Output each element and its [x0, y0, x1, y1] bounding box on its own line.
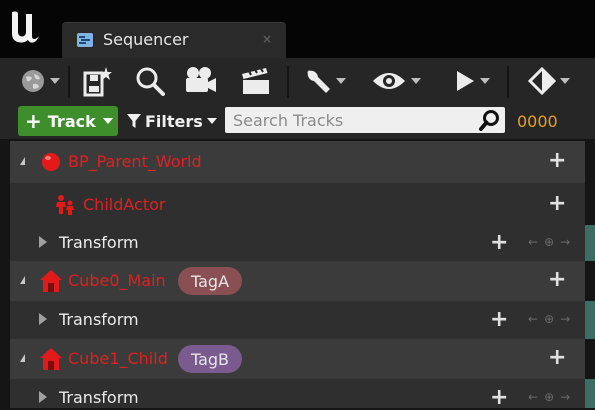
toolbar-divider [287, 66, 289, 98]
unreal-logo-icon [12, 11, 39, 43]
view-options-eye-icon [373, 73, 405, 89]
track-row-bp-parent-world[interactable]: BP_Parent_World + [10, 141, 585, 183]
add-key-icon[interactable]: + [490, 387, 508, 409]
keyframe-icon [528, 67, 556, 95]
next-key-icon[interactable]: → [560, 312, 570, 326]
actor-house-icon [40, 348, 62, 370]
add-key-dot-icon[interactable]: ⊕ [544, 390, 554, 404]
add-subtrack-icon[interactable]: + [548, 347, 566, 369]
tag-badge: TagB [178, 345, 242, 373]
collapse-arrow-icon[interactable] [39, 313, 47, 325]
tab-title: Sequencer [103, 30, 189, 49]
track-row-cube1-child[interactable]: Cube1_Child TagB + [10, 339, 585, 379]
section-bar[interactable] [585, 225, 595, 261]
key-navigation: ← ⊕ → [528, 390, 570, 404]
settings-button[interactable] [298, 63, 352, 99]
collapse-arrow-icon[interactable] [39, 236, 47, 248]
add-track-button[interactable]: + Track [18, 106, 118, 136]
track-label: Cube0_Main [68, 271, 166, 290]
track-row-transform[interactable]: Transform + ← ⊕ → [10, 379, 585, 409]
track-row-transform[interactable]: Transform + ← ⊕ → [10, 225, 585, 261]
actor-house-icon [40, 270, 62, 292]
track-label: Cube1_Child [68, 349, 168, 368]
expand-arrow-icon[interactable] [20, 157, 25, 165]
current-frame-display: 0000 [517, 112, 558, 131]
sequencer-icon [77, 33, 93, 47]
find-icon [136, 67, 165, 96]
chevron-down-icon [560, 78, 570, 84]
search-input[interactable] [225, 107, 473, 133]
view-options-button[interactable] [366, 63, 426, 99]
tab-sequencer[interactable]: Sequencer × [62, 22, 286, 59]
search-icon[interactable] [479, 109, 501, 131]
keyframe-button[interactable] [520, 63, 578, 99]
track-row-child-actor[interactable]: ChildActor + [10, 183, 585, 225]
tag-badge: TagA [178, 267, 242, 295]
chevron-down-icon [411, 78, 421, 84]
next-key-icon[interactable]: → [560, 390, 570, 404]
world-button[interactable] [14, 63, 66, 99]
title-bar: Sequencer × [0, 0, 595, 59]
toolbar-divider [68, 66, 70, 98]
previous-key-icon[interactable]: ← [528, 390, 538, 404]
previous-key-icon[interactable]: ← [528, 235, 538, 249]
child-actor-icon [56, 195, 74, 215]
plus-icon: + [25, 109, 42, 133]
filters-button[interactable]: Filters [127, 106, 217, 136]
track-row-cube0-main[interactable]: Cube0_Main TagA + [10, 261, 585, 301]
chevron-down-icon [102, 118, 113, 124]
track-label: Transform [59, 388, 139, 407]
section-bar[interactable] [585, 379, 595, 408]
track-filter-bar: + Track Filters 0000 [0, 105, 595, 139]
search-box [225, 107, 505, 133]
collapse-arrow-icon[interactable] [39, 391, 47, 403]
track-label: Transform [59, 310, 139, 329]
track-outliner: BP_Parent_World + ChildActor + Transform… [0, 141, 595, 409]
expand-arrow-icon[interactable] [20, 276, 25, 284]
track-row-transform[interactable]: Transform + ← ⊕ → [10, 301, 585, 339]
key-navigation: ← ⊕ → [528, 235, 570, 249]
find-button[interactable] [130, 63, 170, 99]
add-subtrack-icon[interactable]: + [548, 193, 566, 215]
settings-wrench-icon [307, 70, 330, 93]
camera-icon [186, 67, 216, 92]
chevron-down-icon [50, 78, 60, 84]
add-key-icon[interactable]: + [490, 309, 508, 331]
sequencer-toolbar [0, 58, 595, 105]
render-movie-button[interactable] [236, 63, 276, 99]
expand-arrow-icon[interactable] [20, 354, 25, 362]
previous-key-icon[interactable]: ← [528, 312, 538, 326]
section-bar[interactable] [585, 301, 595, 339]
world-icon [22, 70, 44, 92]
render-movie-icon [242, 66, 269, 94]
chevron-down-icon [480, 78, 490, 84]
add-key-icon[interactable]: + [490, 232, 508, 254]
chevron-down-icon [336, 78, 346, 84]
save-as-button[interactable] [78, 63, 118, 99]
add-key-dot-icon[interactable]: ⊕ [544, 235, 554, 249]
filter-funnel-icon [127, 114, 141, 128]
playback-icon [457, 71, 474, 91]
filters-label: Filters [145, 111, 203, 131]
save-as-icon [83, 67, 112, 97]
next-key-icon[interactable]: → [560, 235, 570, 249]
add-track-label: Track [47, 111, 96, 131]
add-subtrack-icon[interactable]: + [548, 269, 566, 291]
close-icon[interactable]: × [262, 32, 272, 46]
camera-button[interactable] [181, 63, 221, 99]
toolbar-divider [507, 66, 509, 98]
actor-sphere-icon [42, 153, 60, 171]
playback-button[interactable] [446, 63, 498, 99]
track-label: ChildActor [83, 195, 166, 214]
track-label: BP_Parent_World [68, 152, 202, 171]
add-key-dot-icon[interactable]: ⊕ [544, 312, 554, 326]
chevron-down-icon [206, 118, 217, 124]
key-navigation: ← ⊕ → [528, 312, 570, 326]
track-label: Transform [59, 233, 139, 252]
add-subtrack-icon[interactable]: + [548, 150, 566, 172]
